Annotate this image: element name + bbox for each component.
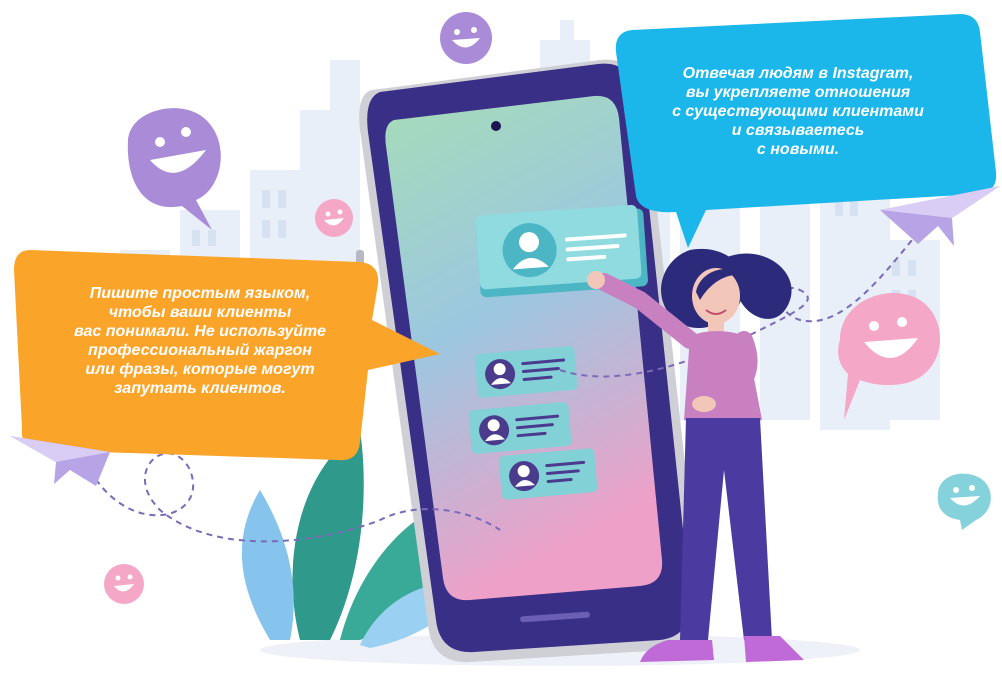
phone-camera bbox=[491, 121, 501, 131]
message-card-3 bbox=[498, 448, 598, 500]
callout-orange-line-2: чтобы ваши клиенты bbox=[108, 304, 292, 321]
smiley-bubble-icon bbox=[937, 473, 991, 530]
smiley-bubble-icon bbox=[315, 199, 353, 237]
callout-orange-line-3: вас понимали. Не используйте bbox=[74, 323, 326, 340]
callout-blue-line-2: вы укрепляете отношения bbox=[685, 84, 911, 101]
smiley-bubble-icon bbox=[440, 12, 492, 64]
smiley-bubble-icon bbox=[104, 564, 144, 604]
message-card-1 bbox=[474, 345, 578, 398]
callout-blue-line-3: с существующими клиентами bbox=[672, 103, 924, 120]
callout-orange-line-6: запутать клиентов. bbox=[114, 380, 286, 397]
callout-blue-text: Отвечая людям в Instagram, вы укрепляете… bbox=[628, 64, 968, 159]
illustration: Отвечая людям в Instagram, вы укрепляете… bbox=[0, 0, 1002, 677]
callout-blue-line-5: с новыми. bbox=[756, 141, 840, 158]
message-card-2 bbox=[468, 402, 572, 454]
callout-orange-line-5: или фразы, которые могут bbox=[85, 361, 315, 378]
callout-orange-text: Пишите простым языком, чтобы ваши клиент… bbox=[30, 284, 370, 398]
callout-blue-line-1: Отвечая людям в Instagram, bbox=[682, 65, 914, 82]
callout-orange-line-4: профессиональный жаргон bbox=[88, 342, 312, 359]
callout-orange-line-1: Пишите простым языком, bbox=[89, 285, 311, 302]
callout-blue-line-4: и связываетесь bbox=[731, 122, 865, 139]
